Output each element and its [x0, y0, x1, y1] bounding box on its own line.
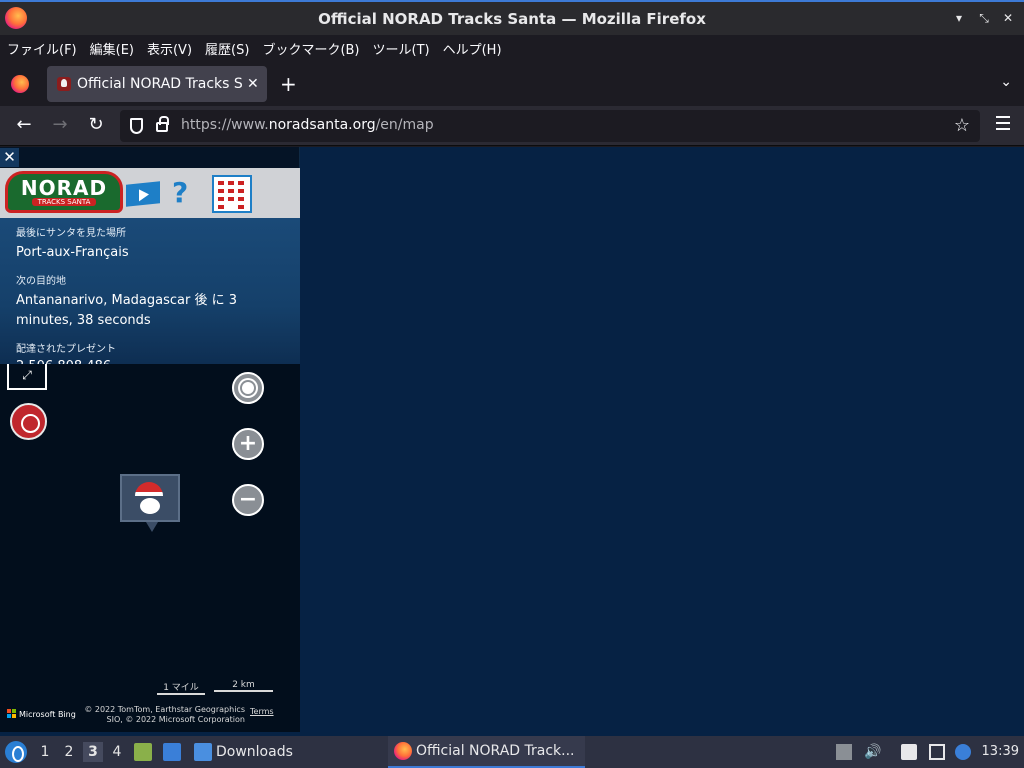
url-text[interactable]: https://www.noradsanta.org/en/map: [181, 117, 434, 133]
tab-bar: Official NORAD Tracks Sant ✕ + ⌄: [0, 62, 1024, 106]
last-seen-label: 最後にサンタを見た場所: [16, 228, 126, 239]
menu-view[interactable]: 表示(V): [147, 39, 192, 58]
menu-history[interactable]: 履歴(S): [205, 39, 249, 58]
workspace-4[interactable]: 4: [107, 742, 127, 762]
new-tab-button[interactable]: +: [280, 72, 297, 96]
restore-icon[interactable]: ⤡: [977, 11, 991, 25]
app-menu-icon[interactable]: [996, 116, 1010, 134]
norad-logo[interactable]: NORAD TRACKS SANTA: [5, 171, 123, 213]
update-icon[interactable]: [955, 744, 971, 760]
navigation-toolbar: ← → ↻ https://www.noradsanta.org/en/map …: [0, 106, 1024, 146]
expand-map-icon[interactable]: ⤢: [7, 364, 47, 390]
firefox-logo-icon: [5, 7, 27, 29]
minimize-icon[interactable]: ▾: [952, 11, 966, 25]
page-content: ✕ NORAD TRACKS SANTA ? 最後にサンタを見た場所 Port-…: [0, 147, 1024, 736]
terms-link[interactable]: Terms: [250, 707, 274, 716]
menu-bookmarks[interactable]: ブックマーク(B): [262, 39, 359, 58]
menu-help[interactable]: ヘルプ(H): [443, 39, 502, 58]
bookmark-star-icon[interactable]: ☆: [954, 115, 970, 136]
tab-label: Official NORAD Tracks Sant: [77, 76, 243, 92]
close-icon[interactable]: ✕: [1001, 11, 1015, 25]
tracking-protection-icon[interactable]: [130, 118, 143, 134]
santa-info: 最後にサンタを見た場所 Port-aux-Français 次の目的地 Anta…: [0, 218, 300, 374]
zoom-out-button[interactable]: −: [232, 484, 264, 516]
norad-favicon-icon: [57, 77, 71, 91]
help-icon[interactable]: ?: [172, 176, 188, 209]
network-icon[interactable]: [929, 744, 945, 760]
zoom-in-button[interactable]: +: [232, 428, 264, 460]
calendar-icon[interactable]: [212, 175, 252, 213]
lock-icon[interactable]: [156, 116, 169, 132]
scale-miles: 1 マイル: [157, 680, 205, 695]
microsoft-logo-icon: [7, 709, 17, 719]
firefox-task[interactable]: Official NORAD Track...: [388, 736, 585, 768]
map-copyright: © 2022 TomTom, Earthstar Geographics SIO…: [84, 705, 245, 724]
folder-icon: [194, 743, 212, 761]
santa-hat-icon: [135, 482, 163, 496]
file-manager-icon[interactable]: [134, 743, 152, 761]
tray-arrow-icon[interactable]: [836, 744, 852, 760]
list-all-tabs-button[interactable]: ⌄: [1000, 74, 1012, 90]
menu-edit[interactable]: 編集(E): [90, 39, 134, 58]
panel-close-button[interactable]: ✕: [0, 148, 19, 167]
tab-norad[interactable]: Official NORAD Tracks Sant ✕: [47, 66, 267, 102]
panel-header: NORAD TRACKS SANTA ?: [0, 168, 300, 218]
bing-logo: Microsoft Bing: [7, 709, 76, 719]
start-menu-icon[interactable]: [5, 741, 27, 763]
reload-button[interactable]: ↻: [84, 114, 108, 135]
santa-beard-icon: [140, 498, 160, 514]
tab-close-icon[interactable]: ✕: [247, 76, 259, 92]
menu-tools[interactable]: ツール(T): [373, 39, 430, 58]
clock[interactable]: 13:39: [982, 744, 1019, 759]
volume-icon[interactable]: 🔊: [864, 744, 881, 760]
url-bar[interactable]: https://www.noradsanta.org/en/map ☆: [120, 110, 980, 142]
back-button[interactable]: ←: [12, 114, 36, 135]
last-seen-value: Port-aux-Français: [16, 245, 129, 260]
taskbar: 1 2 3 4 Downloads Official NORAD Track..…: [0, 736, 1024, 768]
santa-cam-icon[interactable]: [10, 403, 47, 440]
santa-location-marker[interactable]: [120, 474, 180, 532]
workspace-3[interactable]: 3: [83, 742, 103, 762]
next-destination-value: Antananarivo, Madagascar 後 に 3 minutes, …: [16, 293, 237, 328]
video-icon[interactable]: [126, 181, 160, 207]
firefox-task-icon: [394, 742, 412, 760]
map-canvas[interactable]: ⤢ + − 1 マイル 2 km Microsoft Bing © 2022 T…: [0, 364, 300, 732]
next-destination-label: 次の目的地: [16, 276, 66, 287]
downloads-task[interactable]: Downloads: [194, 736, 293, 768]
menu-bar: ファイル(F) 編集(E) 表示(V) 履歴(S) ブックマーク(B) ツール(…: [0, 35, 1024, 62]
scale-km: 2 km: [214, 680, 273, 692]
clipboard-icon[interactable]: [901, 744, 917, 760]
presents-label: 配達されたプレゼント: [16, 344, 116, 355]
locate-santa-button[interactable]: [232, 372, 264, 404]
firefox-view-icon[interactable]: [11, 75, 29, 93]
window-titlebar: Official NORAD Tracks Santa — Mozilla Fi…: [0, 0, 1024, 35]
desktop-icon[interactable]: [163, 743, 181, 761]
workspace-1[interactable]: 1: [35, 742, 55, 762]
forward-button[interactable]: →: [48, 114, 72, 135]
tracker-panel: ✕ NORAD TRACKS SANTA ? 最後にサンタを見た場所 Port-…: [0, 147, 300, 732]
window-title: Official NORAD Tracks Santa — Mozilla Fi…: [318, 9, 706, 28]
workspace-2[interactable]: 2: [59, 742, 79, 762]
menu-file[interactable]: ファイル(F): [7, 39, 77, 58]
